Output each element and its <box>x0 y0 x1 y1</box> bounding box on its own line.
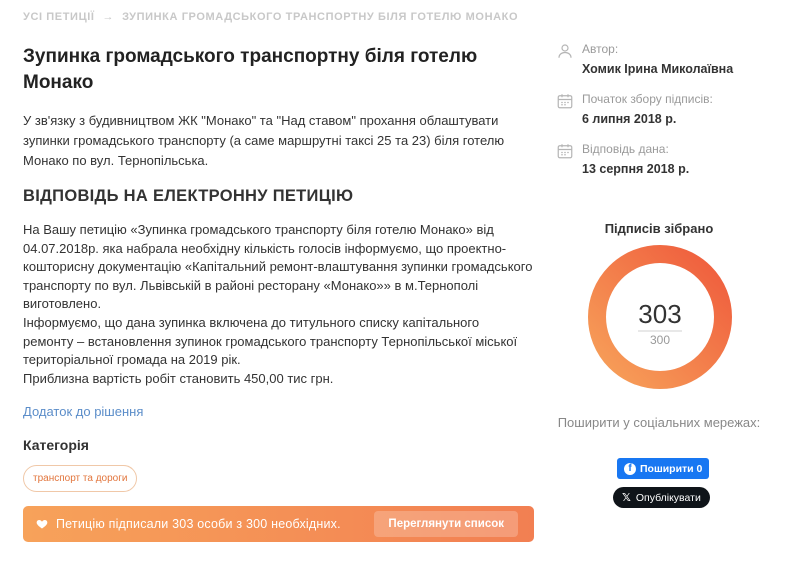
answer-paragraph: Інформуємо, що дана зупинка включена до … <box>23 314 518 368</box>
banner-text: Петицію підписали 303 особи з 300 необхі… <box>56 517 341 531</box>
author-label: Автор: <box>582 42 619 56</box>
breadcrumb-current: ЗУПИНКА ГРОМАДСЬКОГО ТРАНСПОРТНУ БІЛЯ ГО… <box>122 11 519 23</box>
x-share-button[interactable]: 𝕏 Опублікувати <box>613 487 710 508</box>
answer-text: На Вашу петицію «Зупинка громадського тр… <box>23 221 533 388</box>
answer-paragraph: Приблизна вартість робіт становить 450,0… <box>23 370 334 386</box>
signatures-title: Підписів зібрано <box>604 221 714 236</box>
breadcrumb-all-petitions[interactable]: УСІ ПЕТИЦІЇ <box>23 11 95 23</box>
addition-link[interactable]: Додаток до рішення <box>23 404 143 419</box>
signatures-banner: Петицію підписали 303 особи з 300 необхі… <box>23 506 534 542</box>
facebook-share-button[interactable]: f Поширити 0 <box>617 458 710 479</box>
answer-date-value: 13 серпня 2018 р. <box>582 162 690 176</box>
breadcrumb-separator: → <box>102 11 115 23</box>
x-icon: 𝕏 <box>622 492 631 504</box>
calendar-icon <box>556 142 574 160</box>
answer-date-label: Відповідь дана: <box>582 142 669 156</box>
signatures-collected: 303 <box>638 299 681 329</box>
user-icon <box>556 42 574 60</box>
start-date-value: 6 липня 2018 р. <box>582 112 677 126</box>
facebook-icon: f <box>624 462 636 475</box>
signatures-required: 300 <box>650 333 670 347</box>
share-text: Поширити у соціальних мережах: <box>557 415 761 430</box>
answer-heading: ВІДПОВІДЬ НА ЕЛЕКТРОННУ ПЕТИЦІЮ <box>23 187 354 205</box>
category-heading: Категорія <box>23 437 89 454</box>
breadcrumb: УСІ ПЕТИЦІЇ → ЗУПИНКА ГРОМАДСЬКОГО ТРАНСПО… <box>23 11 518 23</box>
author-name: Хомик Ірина Миколаївна <box>582 62 734 76</box>
facebook-share-label: Поширити 0 <box>640 462 703 475</box>
category-tag[interactable]: транспорт та дороги <box>23 465 138 493</box>
answer-paragraph: На Вашу петицію «Зупинка громадського тр… <box>23 222 533 312</box>
signatures-progress-ring: 303 300 <box>588 245 732 389</box>
petition-title: Зупинка громадського транспортну біля го… <box>23 46 478 93</box>
petition-content: Зупинка громадського транспортну біля го… <box>23 44 533 493</box>
view-list-button[interactable]: Переглянути список <box>374 511 518 537</box>
x-share-label: Опублікувати <box>635 491 701 504</box>
calendar-icon <box>556 92 574 110</box>
petition-description: У зв'язку з будивництвом ЖК "Монако" та … <box>23 113 505 168</box>
start-date-label: Початок збору підписів: <box>582 92 713 106</box>
heart-icon <box>36 518 48 530</box>
